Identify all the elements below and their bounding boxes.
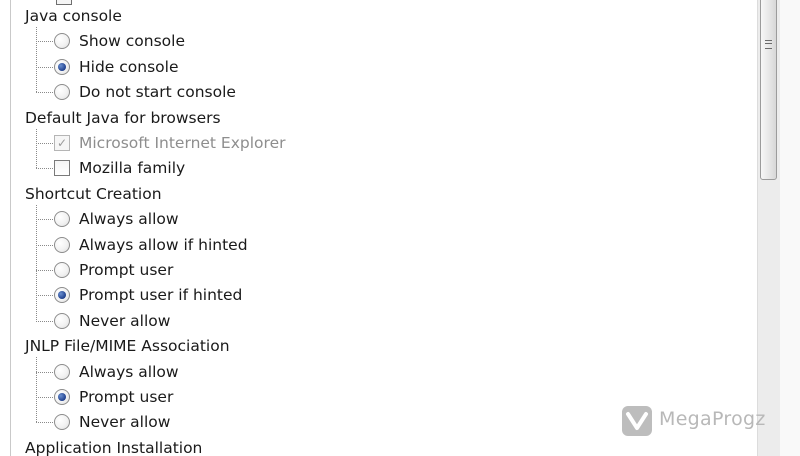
scrollbar-thumb[interactable]: [760, 0, 777, 180]
option-label: Never allow: [79, 413, 171, 432]
radio-option[interactable]: Prompt user if hinted: [0, 284, 500, 306]
option-label: Show console: [79, 32, 185, 51]
option-label: Always allow: [79, 210, 179, 229]
tree-connector: [36, 66, 53, 68]
radio-unchecked-icon[interactable]: [54, 236, 70, 253]
radio-unchecked-icon[interactable]: [54, 262, 70, 278]
tree-connector: [36, 143, 53, 144]
option-label: Never allow: [79, 311, 171, 330]
tree-connector: [36, 270, 53, 271]
checkbox-checked-icon: ✓: [54, 135, 70, 151]
option-label: Hide console: [79, 57, 179, 76]
checkbox-option[interactable]: ✓ Microsoft Internet Explorer: [0, 132, 500, 154]
group-header: JNLP File/MIME Association: [25, 337, 230, 356]
tree-connector: [36, 41, 53, 43]
watermark: MegaProgz: [622, 404, 792, 438]
radio-checked-icon[interactable]: [54, 287, 70, 304]
checkbox-option[interactable]: Mozilla family: [0, 157, 500, 179]
radio-option[interactable]: Always allow: [0, 208, 500, 230]
watermark-text: MegaProgz: [659, 408, 766, 430]
tree-connector: [36, 320, 53, 322]
option-label: Mozilla family: [79, 159, 186, 178]
tree-connector: [36, 219, 53, 221]
radio-checked-icon[interactable]: [54, 389, 70, 405]
group-header: Application Installation: [25, 438, 203, 456]
radio-unchecked-icon[interactable]: [54, 414, 70, 431]
checkmark-icon: ✓: [56, 136, 68, 150]
tree-connector: [36, 168, 53, 170]
option-label: Prompt user if hinted: [79, 286, 243, 305]
radio-unchecked-icon[interactable]: [54, 312, 70, 329]
radio-option[interactable]: Prompt user: [0, 386, 500, 408]
radio-option[interactable]: Never allow: [0, 411, 500, 433]
vertical-scrollbar[interactable]: [757, 0, 800, 456]
tree-connector: [36, 397, 53, 398]
tree-connector: [36, 422, 53, 424]
option-label: Microsoft Internet Explorer: [79, 134, 286, 152]
radio-unchecked-icon[interactable]: [54, 84, 70, 101]
group-header: Java console: [25, 7, 122, 25]
settings-tree: Java console Show console Hide console Do n…: [0, 0, 757, 456]
group-header: Default Java for browsers: [25, 108, 221, 127]
tree-connector: [36, 244, 53, 246]
tree-connector: [36, 295, 53, 297]
scrollbar-gutter: [780, 0, 800, 456]
radio-option[interactable]: Prompt user: [0, 259, 500, 281]
option-label: Prompt user: [79, 388, 174, 406]
radio-option[interactable]: Never allow: [0, 310, 500, 332]
scrollbar-grip-icon: [765, 40, 772, 49]
megaprogz-logo-icon: [622, 406, 652, 436]
option-label: Always allow: [79, 362, 179, 381]
option-label: Always allow if hinted: [79, 235, 248, 254]
radio-unchecked-icon[interactable]: [54, 33, 70, 50]
radio-unchecked-icon[interactable]: [54, 363, 70, 380]
tree-connector: [36, 371, 53, 373]
radio-option[interactable]: Always allow if hinted: [0, 234, 500, 256]
radio-option[interactable]: Always allow: [0, 361, 500, 383]
radio-checked-icon[interactable]: [54, 58, 70, 75]
checkbox-unchecked-icon[interactable]: [54, 160, 70, 177]
option-label: Do not start console: [79, 83, 236, 102]
radio-option[interactable]: Do not start console: [0, 81, 500, 103]
scrollbar-track[interactable]: [758, 0, 781, 456]
radio-option[interactable]: Hide console: [0, 56, 500, 78]
group-header: Shortcut Creation: [25, 184, 162, 203]
radio-option[interactable]: Show console: [0, 30, 500, 52]
radio-unchecked-icon[interactable]: [54, 211, 70, 228]
option-label: Prompt user: [79, 261, 174, 279]
tree-connector: [36, 92, 53, 94]
